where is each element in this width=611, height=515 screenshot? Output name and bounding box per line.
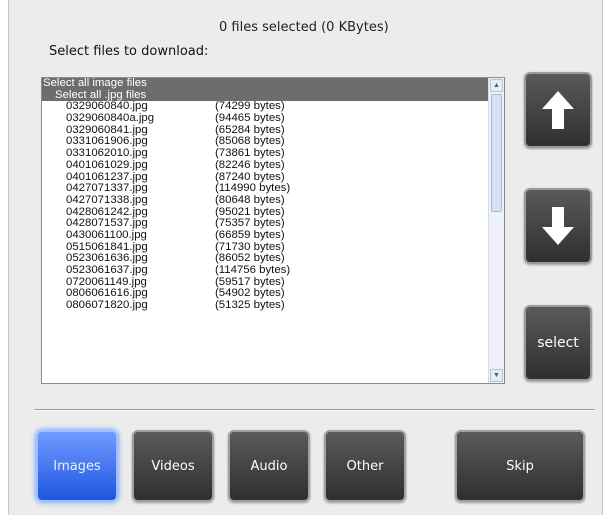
file-list-item[interactable]: 0329060840a.jpg (94465 bytes) <box>42 112 488 125</box>
tab-audio-label: Audio <box>250 458 288 474</box>
file-name: 0430061100.jpg <box>66 228 147 241</box>
selection-status: 0 files selected (0 KBytes) <box>219 20 389 35</box>
file-size: (82246 bytes) <box>215 158 285 171</box>
tab-audio[interactable]: Audio <box>228 430 310 502</box>
file-name: 0523061637.jpg <box>66 264 148 276</box>
skip-button[interactable]: Skip <box>455 430 585 502</box>
file-size: (66859 bytes) <box>215 228 285 241</box>
file-name: 0427071338.jpg <box>66 193 148 206</box>
select-all-images-item[interactable]: Select all image files <box>42 78 488 90</box>
scroll-down-button[interactable] <box>524 188 592 264</box>
list-scrollbar[interactable]: ▲ ▼ <box>488 78 504 383</box>
file-name: 0329060840a.jpg <box>66 112 155 125</box>
file-name: 0401061029.jpg <box>66 158 148 171</box>
file-size: (114756 bytes) <box>215 264 291 276</box>
divider <box>34 409 595 411</box>
scroll-up-icon[interactable]: ▲ <box>490 79 503 92</box>
file-list-item[interactable]: 0401061029.jpg (82246 bytes) <box>42 158 488 172</box>
tab-other[interactable]: Other <box>324 430 406 502</box>
file-list-item[interactable]: 0806071820.jpg (51325 bytes) <box>42 299 488 312</box>
scroll-thumb[interactable] <box>491 94 502 212</box>
file-list-item[interactable]: 0523061637.jpg (114756 bytes) <box>42 264 488 277</box>
skip-button-label: Skip <box>506 458 534 474</box>
scroll-down-icon[interactable]: ▼ <box>490 369 503 382</box>
arrow-up-icon <box>542 91 574 129</box>
select-button-label: select <box>537 335 579 351</box>
tab-other-label: Other <box>346 458 384 474</box>
tab-videos[interactable]: Videos <box>132 430 214 502</box>
tab-images[interactable]: Images <box>36 430 118 502</box>
file-size: (94465 bytes) <box>215 112 285 125</box>
tab-images-label: Images <box>53 458 101 474</box>
file-list-item[interactable]: 0427071338.jpg (80648 bytes) <box>42 193 488 207</box>
file-list: Select all image files Select all .jpg f… <box>42 78 488 312</box>
file-size: (80648 bytes) <box>215 193 285 206</box>
tab-videos-label: Videos <box>151 458 195 474</box>
file-listbox[interactable]: Select all image files Select all .jpg f… <box>41 77 505 384</box>
scroll-up-button[interactable] <box>524 72 592 148</box>
select-button[interactable]: select <box>524 305 592 381</box>
prompt-label: Select files to download: <box>49 44 209 59</box>
file-size: (51325 bytes) <box>215 299 285 312</box>
file-list-item[interactable]: 0430061100.jpg (66859 bytes) <box>42 228 488 242</box>
arrow-down-icon <box>542 207 574 245</box>
file-name: 0806071820.jpg <box>66 299 148 312</box>
